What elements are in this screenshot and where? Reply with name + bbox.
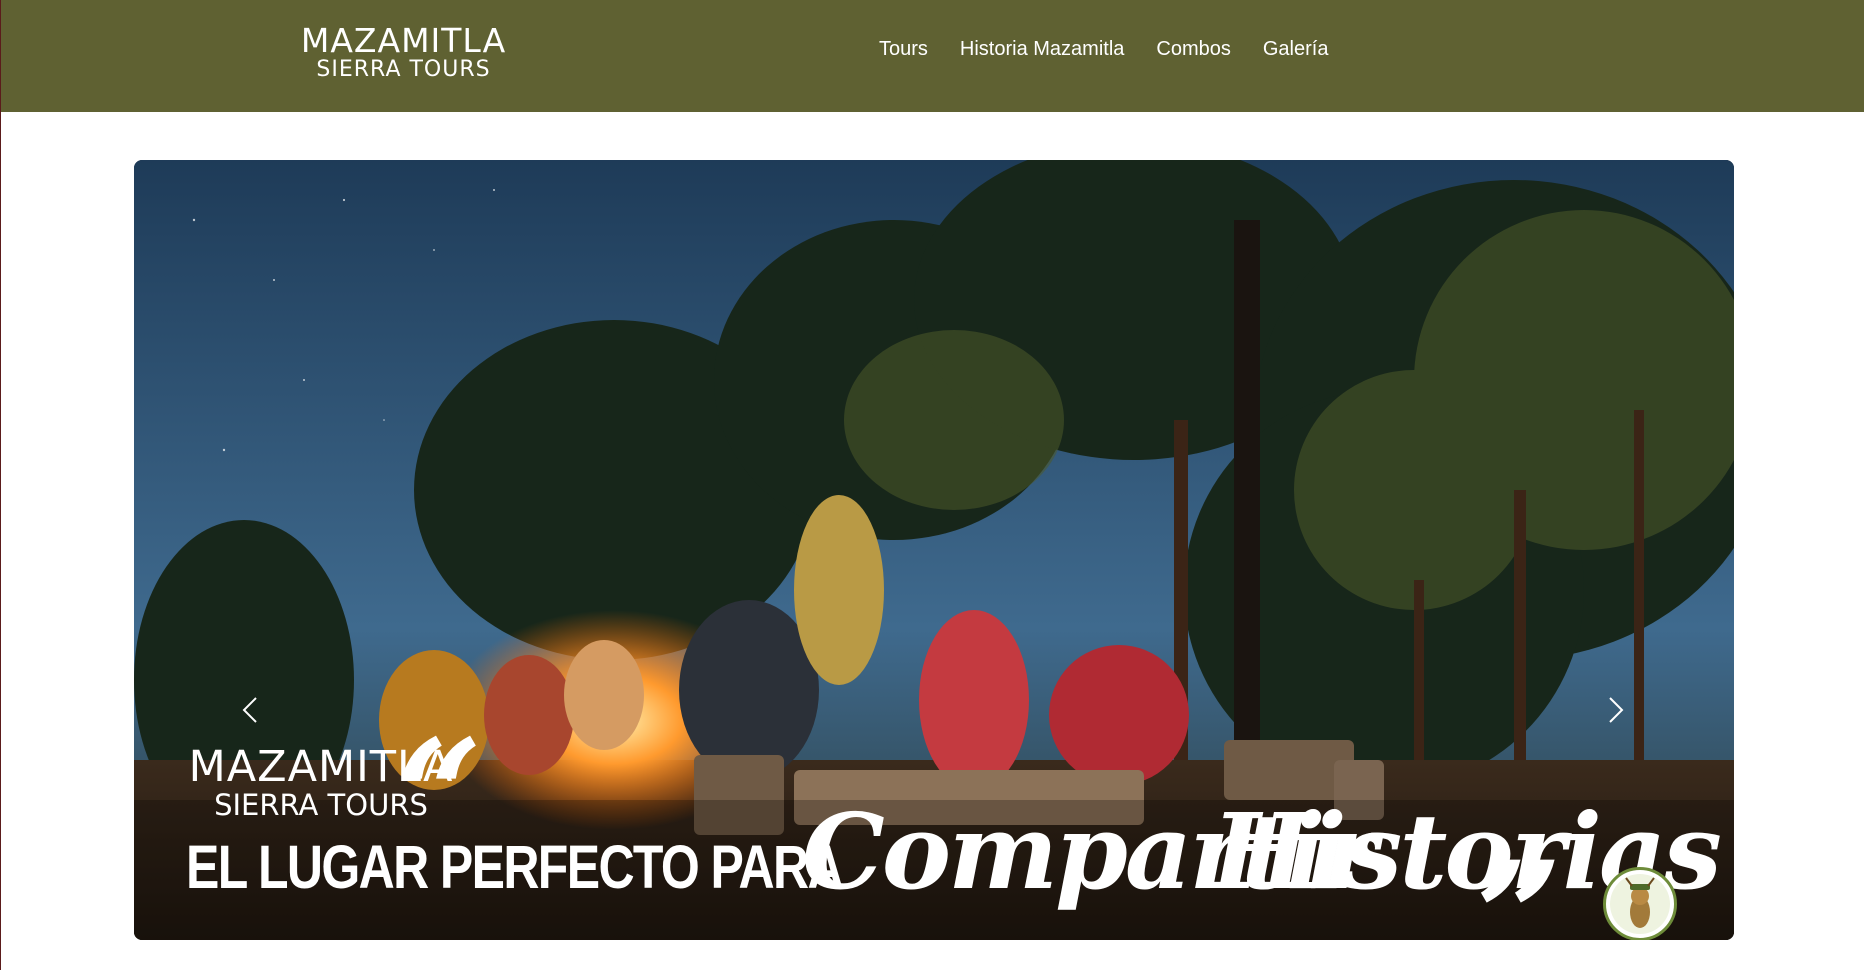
main-nav: Tours Historia Mazamitla Combos Galería: [879, 38, 1328, 61]
chevron-left-icon: [242, 697, 257, 723]
hero-logo: MAZAMITLA SIERRA TOURS: [186, 745, 456, 821]
chevron-right-icon: [1609, 697, 1624, 723]
carousel-prev-button[interactable]: [232, 690, 272, 730]
page: MAZAMITLA SIERRA TOURS Tours Historia Ma…: [0, 0, 1864, 970]
nav-item-historia-mazamitla[interactable]: Historia Mazamitla: [960, 38, 1124, 61]
site-header: MAZAMITLA SIERRA TOURS Tours Historia Ma…: [1, 0, 1864, 112]
logo-title: MAZAMITLA: [300, 21, 507, 60]
site-logo[interactable]: MAZAMITLA SIERRA TOURS: [291, 24, 516, 82]
nav-item-tours[interactable]: Tours: [879, 38, 928, 61]
carousel-next-button[interactable]: [1594, 690, 1634, 730]
nav-item-combos[interactable]: Combos: [1156, 38, 1230, 61]
hero-logo-subtitle: SIERRA TOURS: [214, 788, 428, 822]
deer-mascot-icon[interactable]: [1603, 867, 1677, 940]
hero-logo-title: MAZAMITLA: [188, 742, 454, 792]
nav-item-galeria[interactable]: Galería: [1263, 38, 1329, 61]
hero-carousel: “ ” MAZAMITLA SIERRA TOURS EL LUGAR PERF…: [134, 160, 1734, 940]
logo-subtitle: SIERRA TOURS: [316, 57, 491, 82]
hero-tagline: EL LUGAR PERFECTO PARA: [186, 833, 844, 901]
